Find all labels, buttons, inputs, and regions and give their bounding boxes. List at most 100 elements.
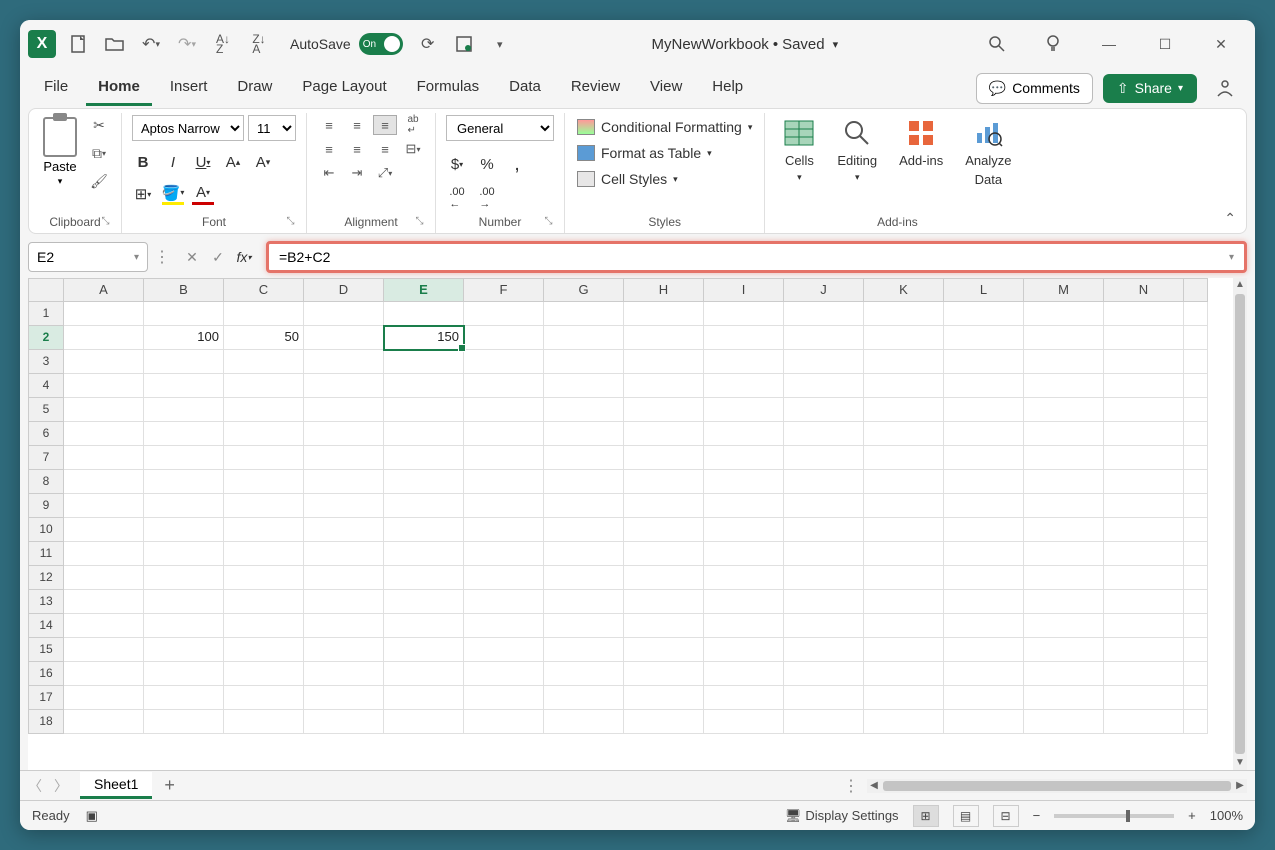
cell[interactable]: [224, 350, 304, 374]
cell[interactable]: [624, 374, 704, 398]
cell[interactable]: [144, 422, 224, 446]
cell[interactable]: [1104, 614, 1184, 638]
cell[interactable]: [1184, 470, 1208, 494]
comments-button[interactable]: 💬 Comments: [976, 73, 1093, 104]
cell[interactable]: [1184, 542, 1208, 566]
cell[interactable]: [704, 662, 784, 686]
cell[interactable]: [864, 710, 944, 734]
cell[interactable]: [864, 494, 944, 518]
cell[interactable]: [1104, 398, 1184, 422]
decrease-decimal-icon[interactable]: .00→: [476, 187, 498, 209]
cell[interactable]: [864, 446, 944, 470]
cell[interactable]: [304, 302, 384, 326]
cell[interactable]: [1024, 350, 1104, 374]
chevron-down-icon[interactable]: ▾: [833, 38, 839, 51]
cell[interactable]: [224, 398, 304, 422]
cell[interactable]: [544, 446, 624, 470]
cell[interactable]: [1024, 542, 1104, 566]
cell[interactable]: [384, 494, 464, 518]
cell[interactable]: [624, 638, 704, 662]
row-header[interactable]: 6: [28, 422, 64, 446]
cell[interactable]: [384, 566, 464, 590]
cell[interactable]: [704, 710, 784, 734]
cell[interactable]: [544, 518, 624, 542]
cell[interactable]: [1024, 374, 1104, 398]
cell[interactable]: [64, 422, 144, 446]
cell[interactable]: [544, 326, 624, 350]
cell[interactable]: [1104, 662, 1184, 686]
close-button[interactable]: ✕: [1203, 29, 1239, 59]
cell[interactable]: [224, 590, 304, 614]
cell[interactable]: [1184, 422, 1208, 446]
cell[interactable]: [384, 302, 464, 326]
fill-color-button[interactable]: 🪣▾: [162, 183, 184, 205]
normal-view-icon[interactable]: ⊞: [913, 805, 939, 827]
cell[interactable]: [784, 326, 864, 350]
cell[interactable]: [624, 686, 704, 710]
column-header[interactable]: B: [144, 278, 224, 302]
underline-button[interactable]: U▾: [192, 151, 214, 173]
tab-review[interactable]: Review: [559, 70, 632, 106]
scroll-left-icon[interactable]: ◀: [867, 780, 881, 791]
row-header[interactable]: 3: [28, 350, 64, 374]
row-header[interactable]: 15: [28, 638, 64, 662]
redo-icon[interactable]: ↷▾: [176, 33, 198, 55]
cell[interactable]: [1024, 614, 1104, 638]
maximize-button[interactable]: ☐: [1147, 29, 1183, 59]
column-header[interactable]: F: [464, 278, 544, 302]
cell[interactable]: [944, 350, 1024, 374]
cancel-formula-icon[interactable]: ✕: [180, 245, 204, 269]
cell[interactable]: [384, 662, 464, 686]
cell[interactable]: [144, 590, 224, 614]
cell[interactable]: [224, 542, 304, 566]
cell[interactable]: [1104, 566, 1184, 590]
grid-body[interactable]: 12100501503456789101112131415161718: [28, 302, 1247, 770]
cell[interactable]: [784, 494, 864, 518]
cell[interactable]: [864, 422, 944, 446]
cell[interactable]: [624, 566, 704, 590]
cell[interactable]: [304, 614, 384, 638]
cells-button[interactable]: Cells ▾: [775, 115, 823, 185]
wrap-text-icon[interactable]: ab↵: [401, 115, 425, 135]
cell[interactable]: [384, 350, 464, 374]
horizontal-scrollbar[interactable]: ◀ ▶: [867, 779, 1247, 793]
share-button[interactable]: ⇧ Share ▾: [1103, 74, 1197, 103]
cell[interactable]: [1024, 494, 1104, 518]
cell[interactable]: [224, 686, 304, 710]
cell[interactable]: [1184, 710, 1208, 734]
cell[interactable]: [144, 470, 224, 494]
cell[interactable]: [864, 470, 944, 494]
bold-button[interactable]: B: [132, 151, 154, 173]
cell[interactable]: [624, 542, 704, 566]
cell[interactable]: [1104, 350, 1184, 374]
cell[interactable]: [224, 374, 304, 398]
cell[interactable]: [1184, 518, 1208, 542]
cell[interactable]: [704, 326, 784, 350]
cell[interactable]: [224, 710, 304, 734]
cell[interactable]: [304, 422, 384, 446]
cell[interactable]: [1024, 422, 1104, 446]
format-painter-icon[interactable]: 🖌: [87, 171, 111, 191]
cell[interactable]: [1024, 686, 1104, 710]
cell[interactable]: [1184, 566, 1208, 590]
tab-formulas[interactable]: Formulas: [405, 70, 492, 106]
column-header[interactable]: A: [64, 278, 144, 302]
format-as-table-button[interactable]: Format as Table ▾: [575, 141, 714, 165]
decrease-indent-icon[interactable]: ⇤: [317, 163, 341, 183]
font-color-button[interactable]: A▾: [192, 183, 214, 205]
cell[interactable]: [464, 614, 544, 638]
cell[interactable]: [944, 302, 1024, 326]
cell[interactable]: [384, 710, 464, 734]
cell[interactable]: [784, 398, 864, 422]
qat-more-icon[interactable]: ▾: [489, 33, 511, 55]
cell[interactable]: [304, 518, 384, 542]
cell[interactable]: [64, 398, 144, 422]
cell[interactable]: [1104, 494, 1184, 518]
vertical-scrollbar[interactable]: ▲ ▼: [1233, 278, 1247, 770]
cell[interactable]: [64, 326, 144, 350]
cell[interactable]: [944, 686, 1024, 710]
borders-button[interactable]: ⊞▾: [132, 183, 154, 205]
cell[interactable]: [64, 710, 144, 734]
cell[interactable]: [544, 398, 624, 422]
tab-draw[interactable]: Draw: [225, 70, 284, 106]
